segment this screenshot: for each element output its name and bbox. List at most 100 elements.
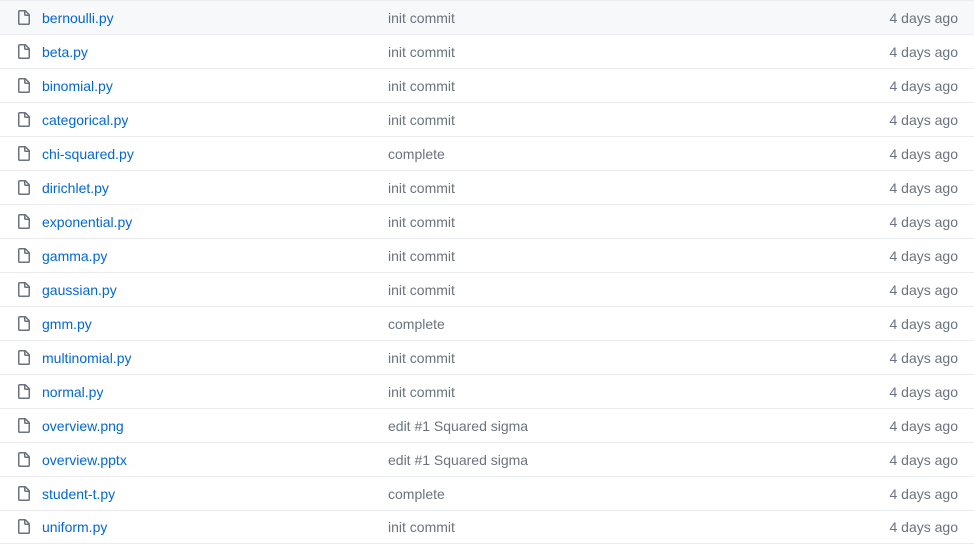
commit-message-cell: init commit (388, 519, 874, 535)
commit-time: 4 days ago (874, 316, 959, 332)
file-icon (16, 112, 32, 128)
commit-message-link[interactable]: edit #1 Squared sigma (388, 452, 528, 468)
file-name-cell: gmm.py (16, 316, 388, 332)
commit-message-cell: complete (388, 486, 874, 502)
file-row: gmm.py complete 4 days ago (0, 306, 974, 340)
commit-time: 4 days ago (874, 10, 959, 26)
commit-message-link[interactable]: init commit (388, 44, 455, 60)
commit-time: 4 days ago (874, 418, 959, 434)
commit-message-link[interactable]: init commit (388, 10, 455, 26)
commit-message-cell: init commit (388, 282, 874, 298)
file-row: categorical.pyinit commit4 days ago (0, 102, 974, 136)
file-icon (16, 10, 32, 26)
file-row: uniform.py init commit 4 days ago (0, 510, 974, 544)
commit-time: 4 days ago (874, 452, 959, 468)
commit-message-link[interactable]: complete (388, 146, 445, 162)
file-name-link[interactable]: multinomial.py (42, 350, 131, 366)
commit-message-cell: init commit (388, 180, 874, 196)
file-icon (16, 418, 32, 434)
file-name-link[interactable]: dirichlet.py (42, 180, 109, 196)
file-row: bernoulli.py init commit 4 days ago (0, 0, 974, 34)
commit-time: 4 days ago (874, 146, 959, 162)
commit-message-link[interactable]: init commit (388, 519, 455, 535)
file-name-cell: gaussian.py (16, 282, 388, 298)
file-icon (16, 146, 32, 162)
file-row: exponential.py init commit 4 days ago (0, 204, 974, 238)
file-row: beta.pyinit commit4 days ago (0, 34, 974, 68)
file-name-cell: beta.py (16, 44, 388, 60)
file-name-link[interactable]: bernoulli.py (42, 10, 114, 26)
file-row: overview.png edit #1 Squared sigma 4 days … (0, 408, 974, 442)
commit-message-cell: init commit (388, 384, 874, 400)
commit-time: 4 days ago (874, 486, 959, 502)
file-row: binomial.pyinit commit4 days ago (0, 68, 974, 102)
file-name-link[interactable]: gmm.py (42, 316, 92, 332)
file-name-link[interactable]: categorical.py (42, 112, 128, 128)
file-icon (16, 519, 32, 535)
file-name-cell: dirichlet.py (16, 180, 388, 196)
file-name-cell: uniform.py (16, 519, 388, 535)
file-icon (16, 350, 32, 366)
commit-message-cell: init commit (388, 350, 874, 366)
commit-message-link[interactable]: complete (388, 486, 445, 502)
file-icon (16, 384, 32, 400)
commit-message-link[interactable]: init commit (388, 350, 455, 366)
file-row: student-t.py complete 4 days ago (0, 476, 974, 510)
file-name-cell: multinomial.py (16, 350, 388, 366)
file-name-cell: normal.py (16, 384, 388, 400)
commit-time: 4 days ago (874, 282, 959, 298)
commit-time: 4 days ago (874, 214, 959, 230)
commit-message-link[interactable]: init commit (388, 248, 455, 264)
file-name-cell: chi-squared.py (16, 146, 388, 162)
file-name-cell: overview.pptx (16, 452, 388, 468)
file-icon (16, 180, 32, 196)
file-name-link[interactable]: chi-squared.py (42, 146, 134, 162)
commit-message-link[interactable]: init commit (388, 282, 455, 298)
commit-message-cell: edit #1 Squared sigma (388, 452, 874, 468)
file-name-link[interactable]: normal.py (42, 384, 103, 400)
commit-message-cell: init commit (388, 112, 874, 128)
commit-message-link[interactable]: complete (388, 316, 445, 332)
file-list: bernoulli.py init commit 4 days ago beta.py… (0, 0, 974, 544)
file-icon (16, 78, 32, 94)
file-name-cell: gamma.py (16, 248, 388, 264)
commit-message-cell: init commit (388, 44, 874, 60)
file-icon (16, 316, 32, 332)
commit-message-link[interactable]: init commit (388, 78, 455, 94)
commit-time: 4 days ago (874, 384, 959, 400)
file-row: gaussian.py init commit 4 days ago (0, 272, 974, 306)
file-name-link[interactable]: overview.pptx (42, 452, 127, 468)
file-name-link[interactable]: gamma.py (42, 248, 107, 264)
file-icon (16, 44, 32, 60)
commit-message-link[interactable]: init commit (388, 384, 455, 400)
file-name-link[interactable]: exponential.py (42, 214, 132, 230)
commit-message-link[interactable]: init commit (388, 180, 455, 196)
commit-time: 4 days ago (874, 519, 959, 535)
file-name-link[interactable]: uniform.py (42, 519, 107, 535)
file-name-link[interactable]: overview.png (42, 418, 124, 434)
commit-message-cell: init commit (388, 78, 874, 94)
commit-message-link[interactable]: edit #1 Squared sigma (388, 418, 528, 434)
file-icon (16, 248, 32, 264)
commit-time: 4 days ago (874, 180, 959, 196)
file-name-cell: exponential.py (16, 214, 388, 230)
commit-message-cell: edit #1 Squared sigma (388, 418, 874, 434)
file-row: dirichlet.py init commit 4 days ago (0, 170, 974, 204)
commit-message-link[interactable]: init commit (388, 214, 455, 230)
commit-message-cell: init commit (388, 10, 874, 26)
file-name-link[interactable]: beta.py (42, 44, 88, 60)
file-row: normal.py init commit 4 days ago (0, 374, 974, 408)
file-name-link[interactable]: binomial.py (42, 78, 113, 94)
file-icon (16, 214, 32, 230)
file-row: chi-squared.py complete 4 days ago (0, 136, 974, 170)
commit-message-cell: complete (388, 146, 874, 162)
file-icon (16, 452, 32, 468)
file-name-link[interactable]: student-t.py (42, 486, 115, 502)
commit-time: 4 days ago (874, 248, 959, 264)
commit-message-link[interactable]: init commit (388, 112, 455, 128)
file-name-link[interactable]: gaussian.py (42, 282, 117, 298)
commit-message-cell: init commit (388, 214, 874, 230)
commit-message-cell: complete (388, 316, 874, 332)
file-row: overview.pptx edit #1 Squared sigma 4 days… (0, 442, 974, 476)
file-name-cell: overview.png (16, 418, 388, 434)
